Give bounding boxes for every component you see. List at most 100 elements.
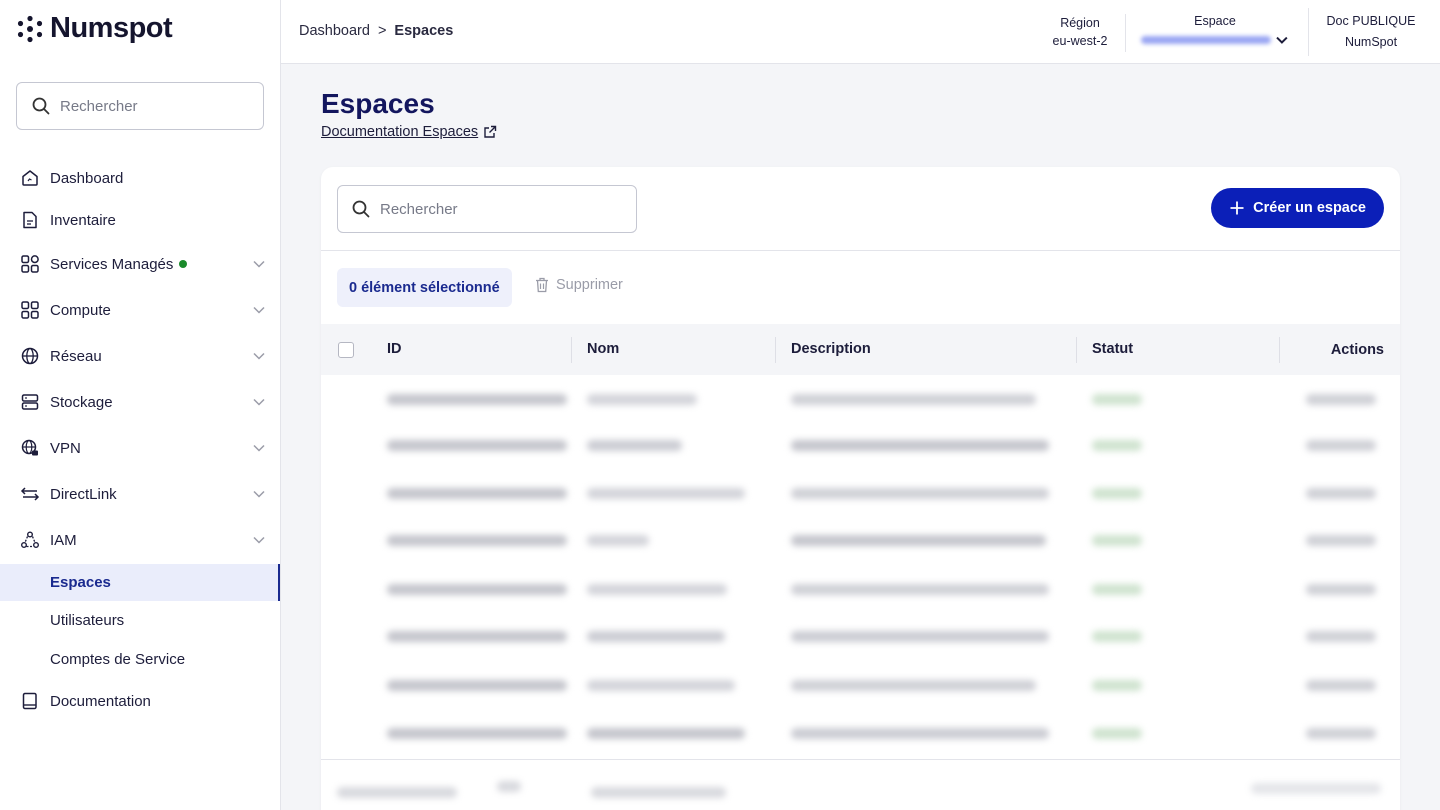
sidebar-subitem-espaces[interactable]: Espaces (0, 564, 280, 601)
redacted-name (587, 584, 727, 595)
delete-button-label: Supprimer (556, 277, 623, 293)
select-all-checkbox[interactable] (338, 342, 354, 358)
redacted-description (791, 584, 1049, 595)
chevron-down-icon (253, 260, 265, 268)
redacted-actions (1306, 394, 1376, 405)
breadcrumb-current: Espaces (394, 23, 454, 39)
sidebar-subitem-utilisateurs[interactable]: Utilisateurs (0, 602, 280, 639)
sidebar-item-stockage[interactable]: Stockage (0, 382, 280, 422)
column-header-statut[interactable]: Statut (1092, 341, 1133, 357)
redacted-id (387, 440, 567, 451)
column-header-id[interactable]: ID (387, 341, 402, 357)
table-row[interactable] (321, 421, 1400, 469)
sidebar-item-reseau[interactable]: Réseau (0, 336, 280, 376)
sidebar-search-input[interactable] (60, 97, 240, 115)
column-divider (775, 337, 776, 363)
sidebar-item-label: Services Managés (50, 255, 174, 273)
sidebar-item-label: Stockage (50, 393, 113, 411)
divider (321, 250, 1400, 251)
redacted-id (387, 728, 567, 739)
sidebar-subitem-comptes-de-service[interactable]: Comptes de Service (0, 641, 280, 678)
sidebar-item-iam[interactable]: IAM (0, 520, 280, 560)
delete-button[interactable]: Supprimer (535, 277, 623, 293)
redacted-actions (1306, 535, 1376, 546)
table-row[interactable] (321, 709, 1400, 757)
space-label: Espace (1194, 14, 1236, 28)
spaces-table-card: Créer un espace 0 élément sélectionné Su… (321, 167, 1400, 810)
sidebar-subitem-label: Utilisateurs (50, 612, 125, 629)
chevron-down-icon (1276, 36, 1288, 44)
brand-logo[interactable]: Numspot (16, 12, 173, 45)
document-icon (20, 210, 40, 230)
redacted-status (1092, 631, 1142, 642)
breadcrumb-separator: > (377, 23, 387, 39)
table-search[interactable] (337, 185, 637, 233)
space-value-redacted (1141, 36, 1272, 44)
table-row[interactable] (321, 469, 1400, 517)
region-label: Région (1060, 16, 1100, 30)
sidebar: Numspot Dashboard Inventaire Services Ma… (0, 0, 281, 810)
sidebar-item-vpn[interactable]: VPN (0, 428, 280, 468)
column-header-description[interactable]: Description (791, 341, 871, 357)
plus-icon (1230, 201, 1244, 215)
column-header-nom[interactable]: Nom (587, 341, 619, 357)
org-name: NumSpot (1344, 35, 1398, 49)
table-pagination (321, 779, 1400, 810)
selection-count: 0 élément sélectionné (337, 268, 512, 307)
redacted-id (387, 584, 567, 595)
sidebar-item-dashboard[interactable]: Dashboard (0, 158, 280, 198)
sidebar-item-inventaire[interactable]: Inventaire (0, 200, 280, 240)
sidebar-search[interactable] (16, 82, 264, 130)
sidebar-item-label: Réseau (50, 347, 102, 365)
chevron-down-icon (253, 398, 265, 406)
table-row[interactable] (321, 516, 1400, 564)
redacted-description (791, 680, 1036, 691)
sidebar-item-documentation[interactable]: Documentation (0, 681, 280, 721)
redacted-name (587, 488, 745, 499)
redacted-status (1092, 584, 1142, 595)
breadcrumb-link-dashboard[interactable]: Dashboard (299, 23, 370, 39)
redacted-page-size[interactable] (497, 781, 521, 792)
redacted-status (1092, 535, 1142, 546)
region-selector[interactable]: Région eu-west-2 (1050, 14, 1110, 50)
table-row[interactable] (321, 565, 1400, 613)
sidebar-subitem-label: Comptes de Service (50, 651, 186, 668)
table-row[interactable] (321, 612, 1400, 660)
table-row[interactable] (321, 661, 1400, 709)
trash-icon (536, 277, 548, 293)
space-selector[interactable]: Espace (1141, 14, 1289, 47)
redacted-page-controls[interactable] (1251, 783, 1381, 794)
redacted-actions (1306, 631, 1376, 642)
redacted-id (387, 680, 567, 691)
search-icon (32, 97, 50, 115)
sidebar-item-label: Documentation (50, 692, 151, 710)
sidebar-item-directlink[interactable]: DirectLink (0, 474, 280, 514)
sidebar-item-compute[interactable]: Compute (0, 290, 280, 330)
services-icon (20, 254, 40, 274)
redacted-description (791, 394, 1036, 405)
numspot-logo-icon (17, 15, 43, 42)
column-divider (1076, 337, 1077, 363)
table-search-input[interactable] (380, 200, 560, 218)
redacted-pagination-info (337, 787, 457, 798)
redacted-actions (1306, 584, 1376, 595)
header-divider (1308, 8, 1309, 56)
redacted-status (1092, 680, 1142, 691)
chevron-down-icon (253, 352, 265, 360)
create-space-label: Créer un espace (1253, 200, 1366, 216)
redacted-id (387, 631, 567, 642)
redacted-status (1092, 440, 1142, 451)
table-row[interactable] (321, 375, 1400, 423)
region-value: eu-west-2 (1052, 34, 1108, 48)
sidebar-item-label: IAM (50, 531, 77, 549)
vpn-globe-icon (20, 438, 40, 458)
storage-icon (20, 392, 40, 412)
documentation-link[interactable]: Documentation Espaces (321, 124, 497, 140)
doc-org-info[interactable]: Doc PUBLIQUE NumSpot (1325, 11, 1417, 53)
redacted-name (587, 728, 745, 739)
redacted-description (791, 488, 1049, 499)
table-footer-divider (321, 759, 1400, 760)
create-space-button[interactable]: Créer un espace (1211, 188, 1384, 228)
sidebar-item-label: Inventaire (50, 211, 116, 229)
sidebar-item-services-manages[interactable]: Services Managés (0, 244, 280, 284)
